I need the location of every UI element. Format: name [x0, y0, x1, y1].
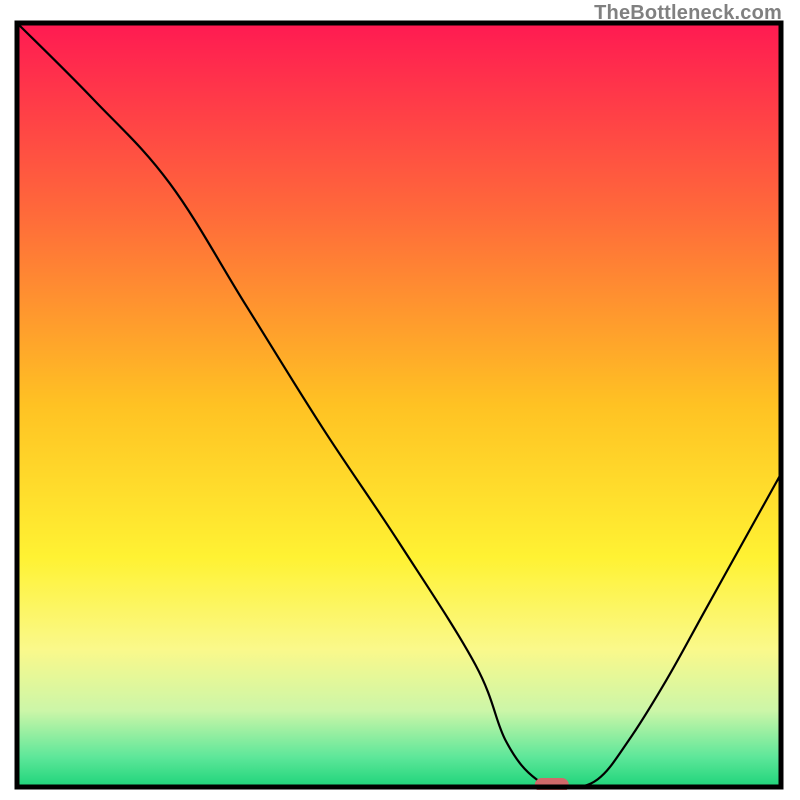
chart-frame [14, 20, 784, 790]
bottleneck-chart [14, 20, 784, 790]
